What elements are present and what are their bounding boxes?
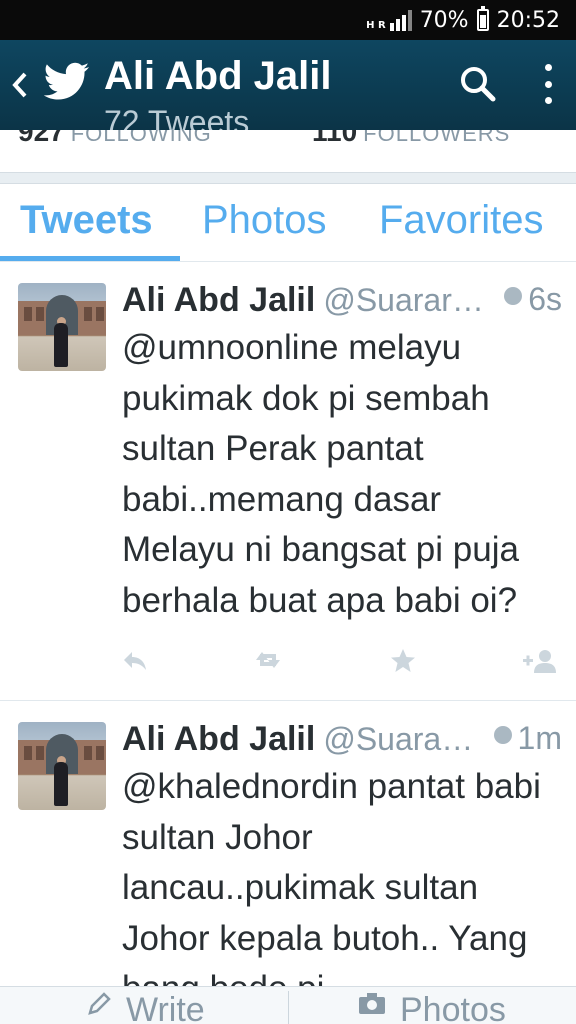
tweet-author-name[interactable]: Ali Abd Jalil xyxy=(122,281,315,320)
tweet-header: Ali Abd Jalil @Suara… 1m xyxy=(122,720,562,759)
tab-favorites[interactable]: Favorites xyxy=(379,198,544,243)
write-label: Write xyxy=(126,991,205,1024)
camera-icon xyxy=(359,993,385,1014)
tweet-time: 6s xyxy=(504,281,562,318)
tweet-author-name[interactable]: Ali Abd Jalil xyxy=(122,720,315,759)
signal-icon: H R xyxy=(366,9,412,31)
tweet-text: @umnoonline melayu pukimak dok pi sembah… xyxy=(122,328,519,620)
overflow-menu-icon[interactable] xyxy=(538,64,558,104)
photos-button[interactable]: Photos xyxy=(358,987,506,1024)
tweet-author-handle[interactable]: @Suarar… xyxy=(323,282,484,319)
bottom-compose-bar: Write Photos xyxy=(0,986,576,1024)
globe-icon xyxy=(493,725,512,744)
globe-icon xyxy=(504,286,523,305)
twitter-bird-icon[interactable] xyxy=(44,62,90,102)
network-type: H R xyxy=(366,20,386,31)
tweet-author-handle[interactable]: @Suara… xyxy=(323,721,473,758)
favorite-icon[interactable] xyxy=(390,648,416,674)
action-bar: Ali Abd Jalil 72 Tweets xyxy=(0,40,576,130)
status-bar: H R 70% 20:52 xyxy=(0,0,576,40)
tweet-time: 1m xyxy=(493,720,562,757)
tweet-actions xyxy=(122,648,562,678)
active-tab-indicator xyxy=(0,256,180,261)
following-stat[interactable]: 927 FOLLOWING xyxy=(18,130,212,148)
tweet-text: @khalednordin pantat babi sultan Johor l… xyxy=(122,767,541,1008)
follow-icon[interactable] xyxy=(522,648,558,674)
avatar[interactable] xyxy=(18,722,106,810)
battery-percent: 70% xyxy=(419,7,469,33)
tweet-item[interactable]: Ali Abd Jalil @Suarar… 6s @umnoonline me… xyxy=(0,263,576,701)
profile-title: Ali Abd Jalil xyxy=(104,54,332,98)
bottom-bar-divider xyxy=(288,991,289,1024)
tab-photos[interactable]: Photos xyxy=(202,198,327,243)
followers-stat[interactable]: 110 FOLLOWERS xyxy=(312,130,510,148)
pencil-icon xyxy=(88,992,111,1015)
tweet-header: Ali Abd Jalil @Suarar… 6s xyxy=(122,281,562,320)
section-divider xyxy=(0,172,576,184)
profile-stats: 927 FOLLOWING 110 FOLLOWERS xyxy=(0,130,576,172)
tab-tweets[interactable]: Tweets xyxy=(20,198,153,243)
clock: 20:52 xyxy=(496,7,560,33)
battery-icon xyxy=(476,6,489,31)
retweet-icon[interactable] xyxy=(254,648,286,672)
search-icon[interactable] xyxy=(458,64,498,104)
avatar[interactable] xyxy=(18,283,106,371)
tweet-count: 72 Tweets xyxy=(104,104,250,130)
reply-icon[interactable] xyxy=(122,648,148,672)
profile-tabs: Tweets Photos Favorites xyxy=(0,184,576,262)
photos-label: Photos xyxy=(400,991,506,1024)
back-icon[interactable] xyxy=(10,70,30,100)
write-button[interactable]: Write xyxy=(86,987,205,1024)
tweet-item[interactable]: Ali Abd Jalil @Suara… 1m @khalednordin p… xyxy=(0,702,576,1022)
